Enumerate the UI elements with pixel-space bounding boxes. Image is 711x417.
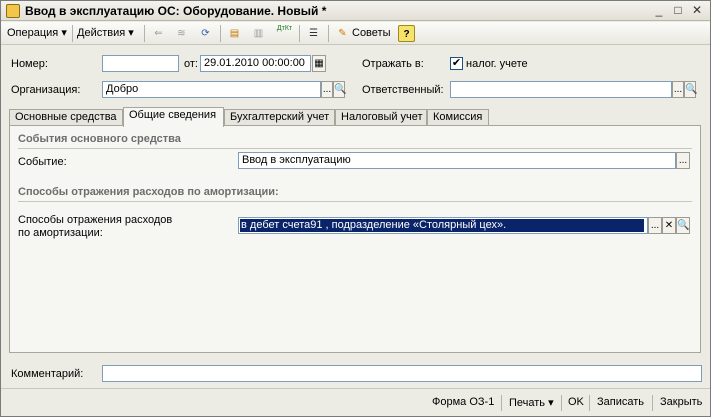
section-divider — [18, 201, 692, 202]
responsible-select-button[interactable]: ... — [672, 81, 684, 98]
refresh-icon[interactable]: ⟳ — [197, 25, 214, 42]
advice-icon[interactable]: ✎ — [334, 25, 351, 42]
bar-separator — [589, 395, 590, 411]
tax-accounting-checkbox[interactable]: ✔ — [450, 57, 463, 70]
expenses-method-label-line1: Способы отражения расходов — [18, 214, 173, 226]
maximize-button[interactable]: □ — [670, 3, 686, 18]
organization-label: Организация: — [11, 84, 81, 96]
close-button[interactable]: Закрыть — [660, 396, 702, 408]
tab-tax-accounting[interactable]: Налоговый учет — [335, 109, 427, 126]
post-document-icon[interactable]: ▤ — [226, 25, 243, 42]
calendar-icon[interactable]: ▦ — [312, 55, 326, 72]
actions-menu[interactable]: Действия ▾ — [77, 25, 134, 42]
operation-menu[interactable]: Операция ▾ — [7, 25, 67, 42]
number-field[interactable] — [102, 55, 179, 72]
bar-separator — [652, 395, 653, 411]
dt-kt-icon[interactable]: ДтКт — [276, 25, 293, 42]
bottom-bar: Форма ОЗ-1 Печать ▾ OK Записать Закрыть — [1, 388, 710, 416]
title-bar: Ввод в эксплуатацию ОС: Оборудование. Но… — [1, 1, 710, 21]
date-from-label: от: — [184, 58, 198, 70]
expenses-method-field[interactable]: в дебет счета91 , подразделение «Столярн… — [238, 217, 648, 234]
events-section-title: События основного средства — [18, 133, 181, 145]
toolbar-separator — [220, 25, 221, 42]
date-field[interactable]: 29.01.2010 00:00:00 — [200, 55, 311, 72]
comment-label: Комментарий: — [11, 368, 84, 380]
report-icon[interactable]: ☰ — [305, 25, 322, 42]
window-title: Ввод в эксплуатацию ОС: Оборудование. Но… — [25, 4, 327, 18]
responsible-label: Ответственный: — [362, 84, 444, 96]
expenses-clear-icon[interactable]: ✕ — [662, 217, 676, 234]
organization-search-icon[interactable]: 🔍 — [333, 81, 346, 98]
back-arrow-icon[interactable]: ⇐ — [150, 25, 167, 42]
organization-select-button[interactable]: ... — [321, 81, 333, 98]
expenses-search-icon[interactable]: 🔍 — [676, 217, 690, 234]
comment-field[interactable] — [102, 365, 702, 382]
tab-commission[interactable]: Комиссия — [427, 109, 489, 126]
event-label: Событие: — [18, 156, 67, 168]
unpost-document-icon[interactable]: ▥ — [250, 25, 267, 42]
tab-fixed-assets[interactable]: Основные средства — [9, 109, 123, 126]
toolbar-separator — [328, 25, 329, 42]
structure-icon[interactable]: ≋ — [173, 25, 190, 42]
organization-field[interactable]: Добро — [102, 81, 321, 98]
responsible-field[interactable] — [450, 81, 672, 98]
responsible-search-icon[interactable]: 🔍 — [684, 81, 697, 98]
ok-button[interactable]: OK — [568, 396, 584, 408]
minimize-button[interactable]: _ — [651, 3, 667, 18]
document-window: Ввод в эксплуатацию ОС: Оборудование. Но… — [0, 0, 711, 417]
reflect-in-label: Отражать в: — [362, 58, 424, 70]
toolbar: Операция ▾ Действия ▾ ⇐ ≋ ⟳ ▤ ▥ ДтКт ☰ ✎… — [1, 22, 710, 45]
help-button[interactable]: ? — [398, 25, 415, 42]
print-menu-button[interactable]: Печать ▾ — [509, 396, 554, 409]
bar-separator — [501, 395, 502, 411]
close-window-button[interactable]: ✕ — [689, 3, 705, 18]
expenses-method-label-line2: по амортизации: — [18, 227, 103, 239]
number-label: Номер: — [11, 58, 48, 70]
expenses-method-value: в дебет счета91 , подразделение «Столярн… — [240, 219, 644, 232]
event-field[interactable]: Ввод в эксплуатацию — [238, 152, 676, 169]
toolbar-separator — [299, 25, 300, 42]
general-info-panel: События основного средства Событие: Ввод… — [9, 125, 701, 353]
toolbar-separator — [144, 25, 145, 42]
tab-accounting[interactable]: Бухгалтерский учет — [224, 109, 335, 126]
toolbar-separator — [72, 25, 73, 42]
section-divider — [18, 148, 692, 149]
advice-button[interactable]: Советы — [352, 25, 390, 42]
event-select-button[interactable]: ... — [676, 152, 690, 169]
form-os1-button[interactable]: Форма ОЗ-1 — [432, 396, 494, 408]
expenses-select-button[interactable]: ... — [648, 217, 662, 234]
bar-separator — [561, 395, 562, 411]
document-icon — [6, 4, 20, 18]
save-button[interactable]: Записать — [597, 396, 644, 408]
tax-accounting-label: налог. учете — [466, 58, 528, 70]
expenses-section-title: Способы отражения расходов по амортизаци… — [18, 186, 279, 198]
tab-general-info[interactable]: Общие сведения — [123, 107, 224, 127]
